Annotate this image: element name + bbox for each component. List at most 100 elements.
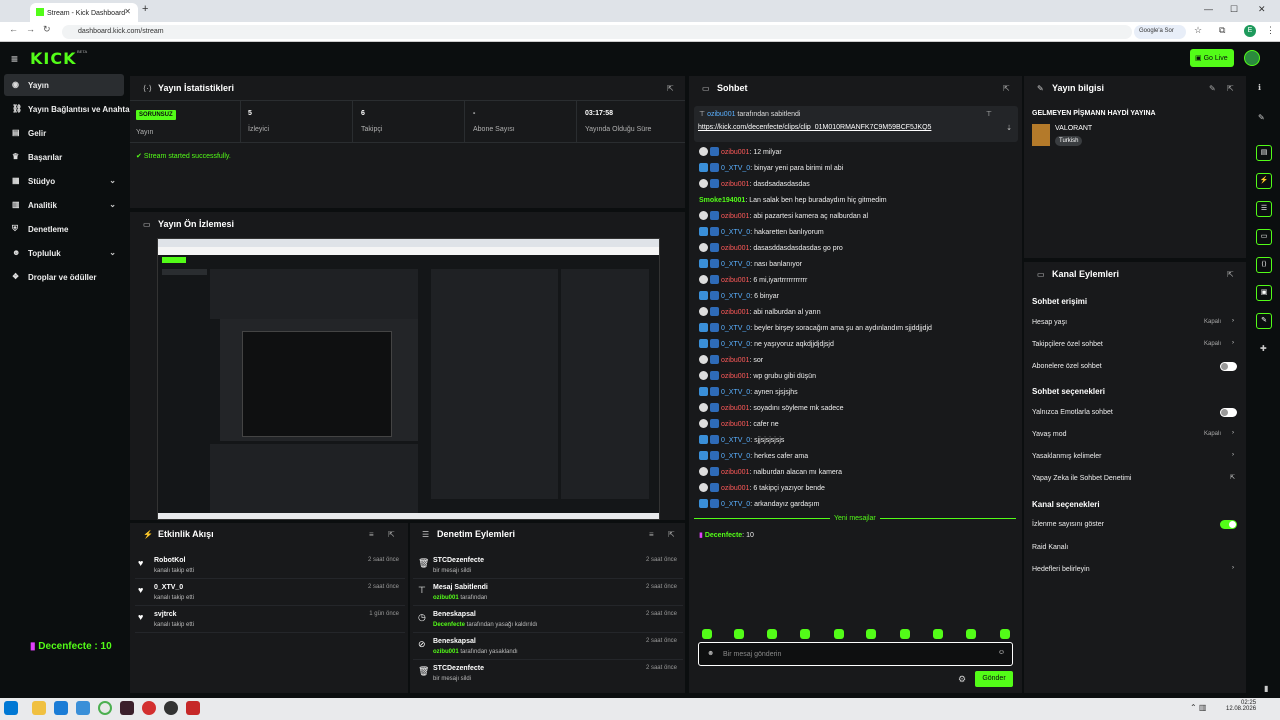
chat-rail-icon[interactable]: ▭ [1256,229,1272,245]
close-window-icon[interactable]: ✕ [1258,4,1266,15]
pinned-link[interactable]: https://kick.com/decenfecte/clips/clip_0… [698,124,931,131]
emote-icon[interactable] [767,629,777,639]
reload-icon[interactable]: ↻ [43,24,51,35]
filter-icon[interactable]: ≡ [369,530,374,539]
chat-user[interactable]: ozibu001 [721,421,749,428]
sidebar-item-denetleme[interactable]: ⛨ Denetleme [4,218,124,240]
url-input[interactable]: dashboard.kick.com/stream [62,25,1132,39]
chat-user[interactable]: ozibu001 [721,213,749,220]
sidebar-item-gelir[interactable]: ▤ Gelir [4,122,124,144]
chat-user[interactable]: 0_XTV_0 [721,325,750,332]
chevron-right-icon[interactable]: › [1232,318,1234,324]
popout-icon[interactable]: ⇱ [668,530,675,539]
emote-only-toggle[interactable] [1220,408,1237,417]
emote-icon[interactable] [834,629,844,639]
unpin-icon[interactable]: ⊤ [986,110,992,118]
external-link-icon[interactable]: ⇱ [1230,474,1235,481]
edit-icon[interactable]: ✎ [1209,84,1216,93]
popout-icon[interactable]: ⇱ [667,84,674,93]
app-icon[interactable] [76,701,90,715]
file-explorer-icon[interactable] [32,701,46,715]
chevron-right-icon[interactable]: › [1232,340,1234,346]
chat-user[interactable]: ozibu001 [721,245,749,252]
stream-preview-video[interactable] [157,238,660,520]
chat-user[interactable]: ozibu001 [721,181,749,188]
chat-user[interactable]: ozibu001 [721,309,749,316]
emote-icon[interactable] [866,629,876,639]
chat-user[interactable]: 0_XTV_0 [721,341,750,348]
chevron-right-icon[interactable]: › [1232,430,1234,436]
maximize-icon[interactable]: ☐ [1230,4,1238,15]
emote-icon[interactable] [800,629,810,639]
star-icon[interactable]: ☆ [1194,25,1202,36]
minimize-icon[interactable]: — [1204,4,1213,14]
profile-icon[interactable]: E [1244,25,1256,37]
sidebar-item-basarilar[interactable]: ♛ Başarılar [4,146,124,168]
lightning-rail-icon[interactable]: ⚡ [1256,173,1272,189]
chat-user[interactable]: ozibu001 [721,277,749,284]
chat-user[interactable]: 0_XTV_0 [721,229,750,236]
channel-rail-icon[interactable]: ▣ [1256,285,1272,301]
windows-start-icon[interactable] [4,701,18,715]
chat-user[interactable]: 0_XTV_0 [721,501,750,508]
kick-logo[interactable]: KICK [30,49,77,68]
chat-user[interactable]: 0_XTV_0 [721,453,750,460]
sidebar-item-yayin[interactable]: ◉ Yayın [4,74,124,96]
app-icon[interactable] [120,701,134,715]
chat-user[interactable]: 0_XTV_0 [721,389,750,396]
list-rail-icon[interactable]: ☰ [1256,201,1272,217]
sidebar-item-droplar[interactable]: ❖ Droplar ve ödüller [4,266,124,288]
setting-label[interactable]: Yavaş mod [1032,431,1067,438]
mic-icon[interactable]: ▮ [1264,684,1268,693]
chat-user[interactable]: ozibu001 [721,373,749,380]
edge-icon[interactable] [54,701,68,715]
google-ask-chip[interactable]: Google'a Sor [1134,25,1186,39]
wrench-rail-icon[interactable]: ✎ [1256,313,1272,329]
setting-label[interactable]: Hedefleri belirleyin [1032,566,1090,573]
expand-icon[interactable]: ⇣ [1006,124,1012,132]
chat-user[interactable]: ozibu001 [721,485,749,492]
chat-user[interactable]: 0_XTV_0 [721,437,750,444]
chat-user[interactable]: Smoke194001 [699,197,745,204]
send-button[interactable]: Gönder [975,671,1013,687]
app-icon[interactable] [186,701,200,715]
chat-input[interactable]: ☻ Bir mesaj gönderin ☺ [698,642,1013,666]
gear-icon[interactable]: ⚙ [958,674,966,685]
chat-user[interactable]: ozibu001 [721,469,749,476]
sidebar-item-baglanti[interactable]: ⛓ Yayın Bağlantısı ve Anahtar [4,98,133,120]
hamburger-icon[interactable]: ≡ [11,52,18,66]
setting-label[interactable]: Raid Kanalı [1032,544,1068,551]
emoji-icon[interactable]: ☺ [998,649,1005,656]
chat-user[interactable]: ozibu001 [721,357,749,364]
back-icon[interactable]: ← [9,24,18,34]
close-tab-icon[interactable]: ✕ [124,7,131,16]
setting-label[interactable]: Yasaklanmış kelimeler [1032,453,1102,460]
pinned-message[interactable]: ⊤ ozibu001 tarafından sabitlendi https:/… [694,106,1018,142]
app-icon[interactable] [142,701,156,715]
chat-user[interactable]: 0_XTV_0 [721,293,750,300]
clock[interactable]: 02:25 12.08.2026 [1226,700,1256,712]
system-tray-icon[interactable]: ⌃ ▥ [1190,703,1206,712]
chevron-right-icon[interactable]: › [1232,565,1234,571]
smiley-icon[interactable]: ☻ [707,650,714,657]
setting-label[interactable]: Hesap yaşı [1032,319,1067,326]
info-icon[interactable]: ℹ [1258,83,1261,92]
browser-tab[interactable]: Stream - Kick Dashboard ✕ [30,3,138,22]
chevron-right-icon[interactable]: › [1232,452,1234,458]
puzzle-icon[interactable]: ✚ [1260,344,1267,353]
sidebar-item-analitik[interactable]: ▥ Analitik ⌄ [4,194,124,216]
popout-icon[interactable]: ⇱ [1227,84,1234,93]
user-avatar[interactable] [1244,50,1260,66]
sidebar-item-studyo[interactable]: ▦ Stüdyo ⌄ [4,170,124,192]
subscriber-chat-toggle[interactable] [1220,362,1237,371]
chat-user[interactable]: ozibu001 [721,405,749,412]
emote-icon[interactable] [966,629,976,639]
chat-user[interactable]: ozibu001 [721,149,749,156]
menu-dots-icon[interactable]: ⋮ [1266,25,1275,36]
emote-icon[interactable] [1000,629,1010,639]
chat-user[interactable]: 0_XTV_0 [721,165,750,172]
viewer-count-toggle[interactable] [1220,520,1237,529]
go-live-button[interactable]: ▣ Go Live [1190,49,1234,67]
emote-icon[interactable] [933,629,943,639]
chrome-icon[interactable] [98,701,112,715]
